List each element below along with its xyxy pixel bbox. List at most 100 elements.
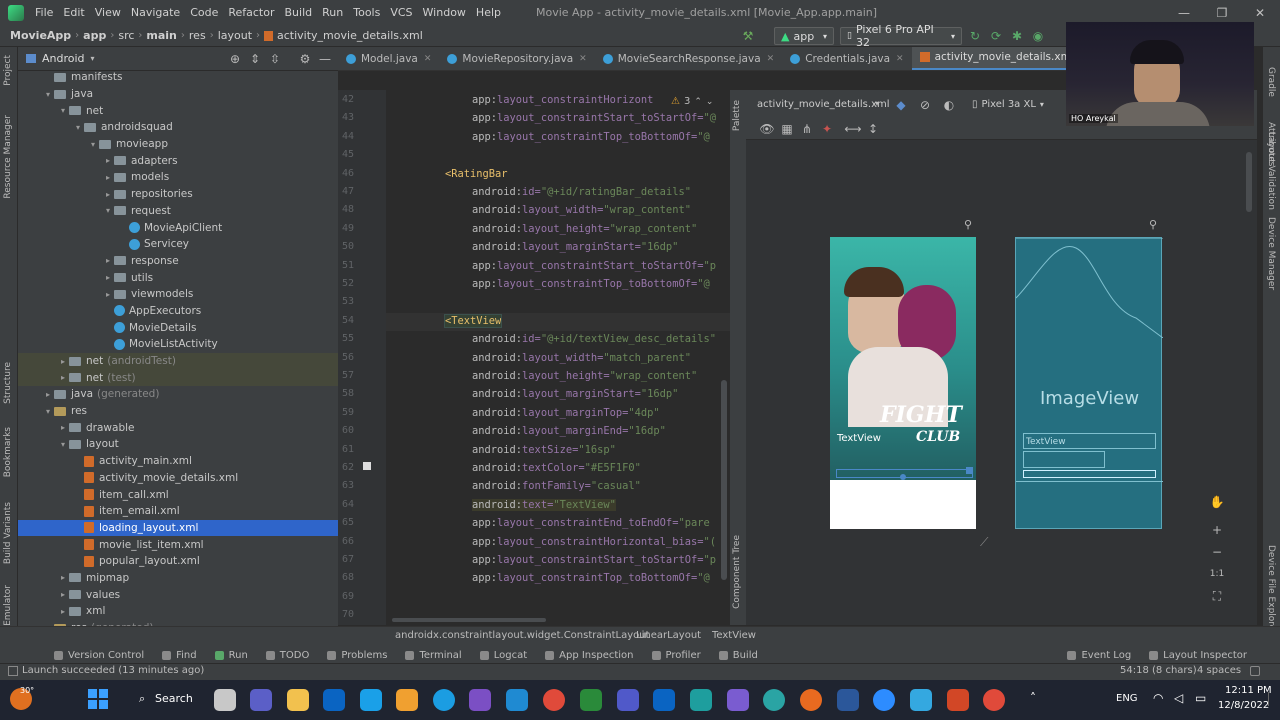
editor-tab[interactable]: Credentials.java ✕ [782,47,911,70]
breadcrumb-project[interactable]: MovieApp [6,29,75,42]
menu-code[interactable]: Code [185,6,223,19]
vertical-align-icon[interactable]: ↕ [866,122,880,136]
clock-date[interactable]: 12/8/2022 [1218,700,1269,711]
menu-help[interactable]: Help [471,6,506,19]
device-manager-tab[interactable]: Device Manager [1266,217,1276,290]
todo-tab[interactable]: TODO [257,650,319,661]
eye-icon[interactable]: 👁 [759,122,774,136]
profiler-tab[interactable]: Profiler [643,650,710,661]
tree-item[interactable]: AppExecutors [18,303,338,320]
editor-hscrollbar[interactable] [392,618,546,622]
close-tab-icon[interactable]: ✕ [767,54,775,64]
chevron-right-icon[interactable]: ▸ [102,256,114,265]
breadcrumb-src[interactable]: src [114,29,138,42]
chevron-right-icon[interactable]: ▸ [57,357,69,366]
zoom-to-fit-icon[interactable]: ⛶ [1210,589,1224,603]
close-tab-icon[interactable]: ✕ [424,54,432,64]
blueprint-textview[interactable]: TextView [1023,433,1156,449]
design-scrollbar[interactable] [1246,152,1252,212]
tree-item[interactable]: manifests [18,69,338,86]
breadcrumb-layout[interactable]: layout [214,29,256,42]
lock-icon[interactable] [1250,666,1260,676]
bookmarks-tab[interactable]: Bookmarks [3,427,13,477]
chevron-right-icon[interactable]: ▸ [57,423,69,432]
editor-tab[interactable]: Model.java ✕ [338,47,439,70]
tree-item[interactable]: ▸ net (androidTest) [18,352,338,370]
rerun-icon[interactable]: ↻ [968,29,982,43]
chevron-down-icon[interactable]: ▾ [91,54,95,63]
tree-item[interactable]: item_email.xml [18,503,338,520]
tree-item[interactable]: movie_list_item.xml [18,536,338,553]
menu-file[interactable]: File [30,6,58,19]
chevron-down-icon[interactable]: ▾ [42,407,54,416]
tree-item[interactable]: ▸ models [18,169,338,186]
cursor-position[interactable]: 54:18 (8 chars) [1120,665,1197,676]
next-highlight-icon[interactable]: ⌄ [706,97,714,107]
structure-tab[interactable]: Structure [3,362,13,404]
zoom-icon[interactable] [873,689,895,711]
edge-icon[interactable] [433,689,455,711]
wifi-icon[interactable]: ◠ [1153,691,1163,705]
layout-validation-tab[interactable]: Layout Validation [1266,132,1276,210]
tree-item[interactable]: ▾ movieapp [18,136,338,153]
tree-item[interactable]: MovieListActivity [18,336,338,353]
chevron-right-icon[interactable]: ▸ [102,173,114,182]
editor-scrollbar[interactable] [721,380,727,580]
event-log-tab[interactable]: Event Log [1058,650,1140,661]
android-studio-taskbar-icon[interactable] [580,689,602,711]
tree-item[interactable]: ▸ adapters [18,152,338,169]
code-editor[interactable]: 42 43 44 45 46 47 48 49 50 51 52 53 54 55 56 57 58 59 60 61… [338,90,730,625]
build-tab[interactable]: Build [710,650,767,661]
design-preview[interactable]: FIGHT CLUB TextView [830,237,976,529]
clock-time[interactable]: 12:11 PM [1225,685,1272,696]
mail-icon[interactable] [323,689,345,711]
hide-panel-icon[interactable]: — [318,52,332,66]
build-variants-tab[interactable]: Build Variants [3,502,13,564]
show-desktop-button[interactable] [1268,692,1274,706]
tree-item[interactable]: MovieApiClient [18,219,338,236]
logcat-tab[interactable]: Logcat [471,650,536,661]
tree-item[interactable]: popular_layout.xml [18,553,338,570]
menu-run[interactable]: Run [317,6,348,19]
powerpoint-icon[interactable] [947,689,969,711]
firefox-icon[interactable] [800,689,822,711]
chrome-icon[interactable] [543,689,565,711]
close-tab-icon[interactable]: ✕ [579,54,587,64]
chevron-right-icon[interactable]: ▸ [57,373,69,382]
editor-tab[interactable]: MovieSearchResponse.java ✕ [595,47,782,70]
chevron-right-icon[interactable]: ▸ [102,290,114,299]
editor-tab[interactable]: MovieRepository.java ✕ [439,47,594,70]
menu-refactor[interactable]: Refactor [223,6,279,19]
tree-item[interactable]: ▾ res [18,403,338,420]
tree-item[interactable]: MovieDetails [18,319,338,336]
tree-item[interactable]: ▸ drawable [18,419,338,436]
tree-item[interactable]: Servicey [18,236,338,253]
profile-icon[interactable]: ◉ [1031,29,1045,43]
tree-item[interactable]: ▸ viewmodels [18,286,338,303]
expand-all-icon[interactable]: ⇕ [248,52,262,66]
tree-item[interactable]: ▾ androidsquad [18,119,338,136]
chevron-right-icon[interactable]: ▸ [102,190,114,199]
chat-icon[interactable] [250,689,272,711]
gear-icon[interactable]: ⚙ [298,52,312,66]
vscode-icon[interactable] [506,689,528,711]
layers-icon[interactable]: ◆ [894,98,908,112]
orientation-icon[interactable]: ⊘ [918,98,932,112]
close-tab-icon[interactable]: ✕ [896,54,904,64]
tree-item[interactable]: ▸ net (test) [18,369,338,387]
module-selector[interactable]: ▲ app ▾ [774,27,834,45]
word-icon[interactable] [837,689,859,711]
arduino-icon[interactable] [690,689,712,711]
menu-vcs[interactable]: VCS [385,6,417,19]
chevron-right-icon[interactable]: ▸ [57,590,69,599]
sourcetree-icon[interactable] [396,689,418,711]
editor-tab[interactable]: activity_movie_details.xml✕ [911,47,1074,70]
color-swatch-icon[interactable] [363,462,371,470]
collapse-all-icon[interactable]: ⇳ [268,52,282,66]
hammer-icon[interactable]: ⚒ [741,29,755,43]
zoom-out-icon[interactable]: − [1210,545,1224,559]
inspection-widget[interactable]: ⚠ 3 ⌃ ⌄ [668,96,717,107]
breadcrumb-file[interactable]: activity_movie_details.xml [260,29,427,42]
breadcrumb-main[interactable]: main [142,29,181,42]
apply-changes-icon[interactable]: ⟳ [989,29,1003,43]
